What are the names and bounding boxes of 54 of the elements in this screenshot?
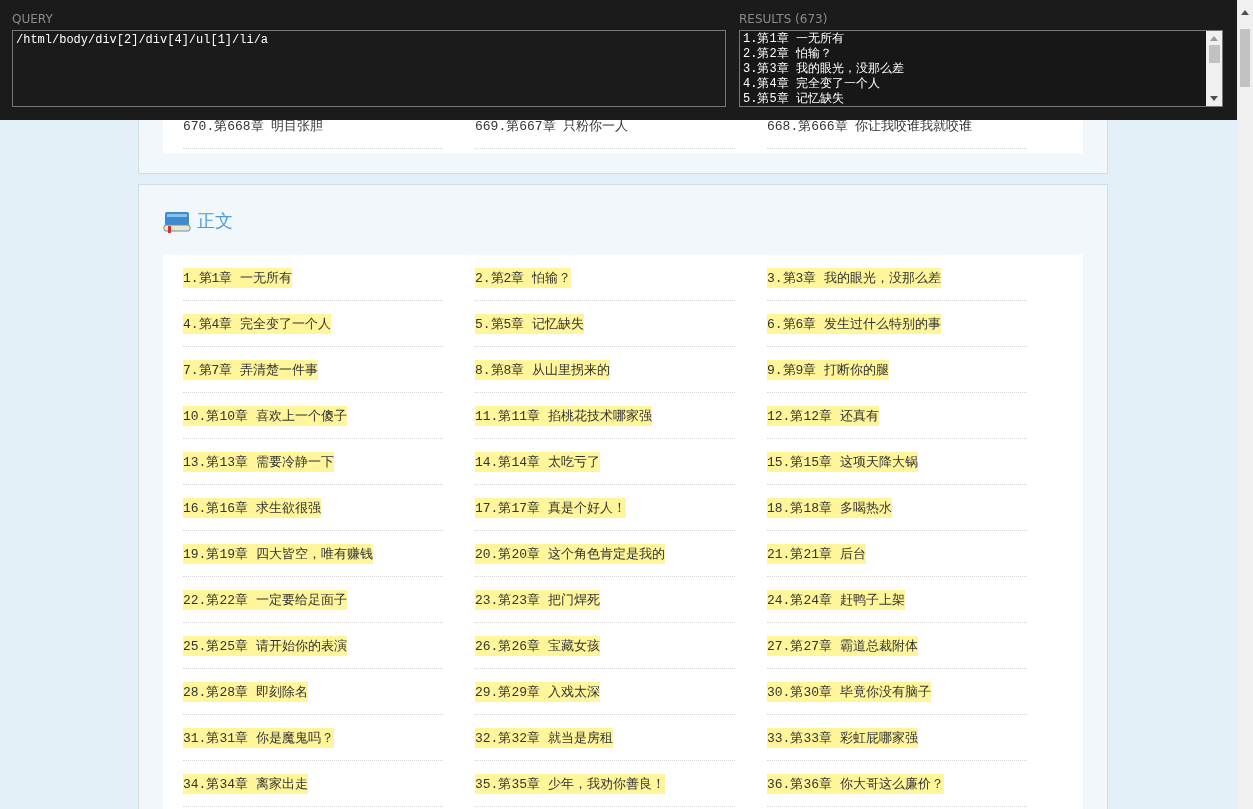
scrollbar-thumb[interactable] [1240,29,1250,87]
chapter-link[interactable]: 669.第667章 只粉你一人 [475,115,629,136]
chapter-link[interactable]: 34.第34章 离家出走 [183,773,308,794]
chapter-link[interactable]: 19.第19章 四大皆空，唯有赚钱 [183,543,373,564]
chapter-link[interactable]: 35.第35章 少年，我劝你善良！ [475,773,665,794]
chapter-link[interactable]: 36.第36章 你大哥这么廉价？ [767,773,944,794]
result-item: 5.第5章 记忆缺失 [743,92,845,106]
chapter-link[interactable]: 24.第24章 赶鸭子上架 [767,589,905,610]
scrollbar-thumb[interactable] [1208,45,1220,63]
chapter-link[interactable]: 12.第12章 还真有 [767,405,879,426]
chapter-link[interactable]: 11.第11章 掐桃花技术哪家强 [475,405,652,426]
chapter-link[interactable]: 32.第32章 就当是房租 [475,727,613,748]
chapter-link[interactable]: 27.第27章 霸道总裁附体 [767,635,918,656]
result-item: 1.第1章 一无所有 [743,32,845,47]
query-label: QUERY [12,12,53,28]
chapter-link[interactable]: 3.第3章 我的眼光，没那么差 [767,267,942,288]
chapter-link[interactable]: 10.第10章 喜欢上一个傻子 [183,405,347,426]
chapter-link[interactable]: 28.第28章 即刻除名 [183,681,308,702]
chapter-link[interactable]: 668.第666章 你让我咬谁我就咬谁 [767,115,973,136]
chapter-link[interactable]: 1.第1章 一无所有 [183,267,293,288]
chapter-link[interactable]: 14.第14章 太吃亏了 [475,451,600,472]
chapter-link[interactable]: 30.第30章 毕竟你没有脑子 [767,681,931,702]
book-icon [163,209,191,233]
chapter-link[interactable]: 9.第9章 打断你的腿 [767,359,890,380]
chapter-link[interactable]: 15.第15章 这项天降大锅 [767,451,918,472]
chapter-link[interactable]: 26.第26章 宝藏女孩 [475,635,600,656]
chapter-link[interactable]: 31.第31章 你是魔鬼吗？ [183,727,334,748]
result-item: 2.第2章 怕输？ [743,47,833,62]
scroll-up-icon[interactable] [1241,10,1249,15]
chapter-link[interactable]: 16.第16章 求生欲很强 [183,497,321,518]
chapter-link[interactable]: 25.第25章 请开始你的表演 [183,635,347,656]
query-field[interactable]: /html/body/div[2]/div[4]/ul[1]/li/a [12,30,726,107]
chapter-link[interactable]: 8.第8章 从山里拐来的 [475,359,611,380]
chapter-link[interactable]: 4.第4章 完全变了一个人 [183,313,332,334]
chapter-link[interactable]: 2.第2章 怕输？ [475,267,572,288]
results-label: RESULTS (673) [739,12,828,28]
section-title: 正文 [197,209,233,233]
chapter-link[interactable]: 18.第18章 多喝热水 [767,497,892,518]
chapter-link[interactable]: 33.第33章 彩虹屁哪家强 [767,727,918,748]
chapter-link[interactable]: 21.第21章 后台 [767,543,866,564]
chapter-link[interactable]: 6.第6章 发生过什么特别的事 [767,313,942,334]
result-item: 4.第4章 完全变了一个人 [743,77,881,92]
scroll-down-icon[interactable] [1210,96,1218,101]
chapter-link[interactable]: 23.第23章 把门焊死 [475,589,600,610]
chapter-link[interactable]: 22.第22章 一定要给足面子 [183,589,347,610]
chapter-link[interactable]: 5.第5章 记忆缺失 [475,313,585,334]
chapter-link[interactable]: 20.第20章 这个角色肯定是我的 [475,543,665,564]
chapter-link[interactable]: 17.第17章 真是个好人！ [475,497,626,518]
chapter-link[interactable]: 670.第668章 明目张胆 [183,115,324,136]
chapter-link[interactable]: 29.第29章 入戏太深 [475,681,600,702]
result-item: 3.第3章 我的眼光，没那么差 [743,62,905,77]
results-list[interactable]: 1.第1章 一无所有 2.第2章 怕输？ 3.第3章 我的眼光，没那么差 4.第4章 完全变了一个人 5.第5章 记忆缺失 [739,30,1223,107]
chapter-link[interactable]: 7.第7章 弄清楚一件事 [183,359,319,380]
chapter-link[interactable]: 13.第13章 需要冷静一下 [183,451,334,472]
